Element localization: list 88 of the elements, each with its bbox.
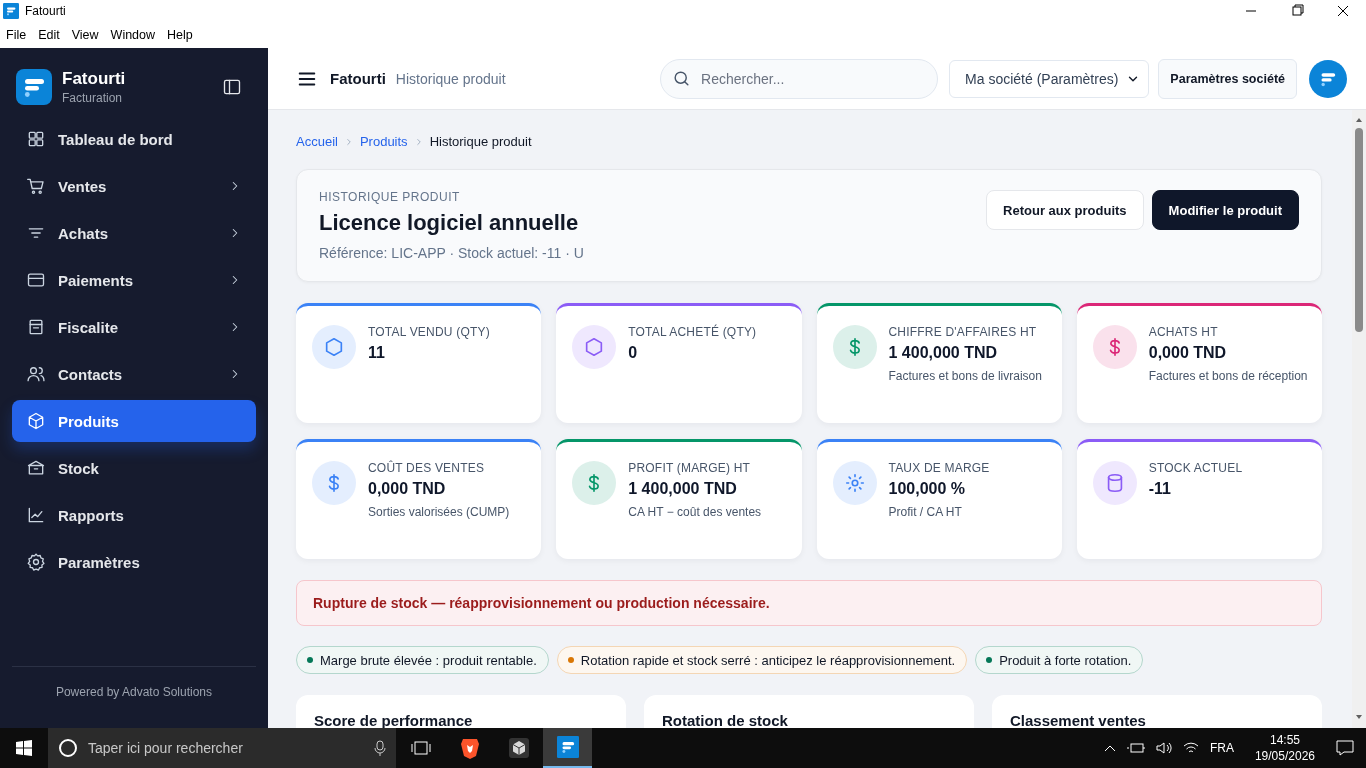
gear-icon bbox=[26, 552, 46, 572]
app-logo-icon bbox=[556, 736, 579, 758]
sun-icon bbox=[843, 472, 866, 494]
stat-note: CA HT − coût des ventes bbox=[628, 504, 762, 520]
sidebar-item[interactable]: Paramètres bbox=[12, 541, 256, 583]
stat-value: 100,000 % bbox=[888, 480, 966, 498]
insight-chip: Rotation rapide et stock serré : anticipez le réapprovisionnement. bbox=[556, 646, 968, 674]
sidebar-item[interactable]: Produits bbox=[12, 400, 256, 442]
sidebar-item[interactable]: Stock bbox=[12, 447, 256, 489]
clock[interactable]: 14:55 19/05/2026 bbox=[1254, 732, 1315, 764]
app-name: Fatourti bbox=[330, 70, 386, 87]
alert-banner: Rupture de stock — réapprovisionnement ou production nécessaire. bbox=[296, 580, 1322, 626]
menu-item[interactable]: Window bbox=[110, 28, 162, 42]
stat-label: TOTAL VENDU (QTY) bbox=[368, 325, 490, 339]
lion-browser-icon[interactable] bbox=[458, 736, 481, 760]
product-meta: Référence: LIC-APP · Stock actuel: -11 · U bbox=[319, 245, 585, 261]
app-logo-icon bbox=[16, 69, 52, 105]
users-icon bbox=[26, 364, 46, 384]
stat-value: 0 bbox=[628, 344, 639, 362]
sidebar-item[interactable]: Contacts bbox=[12, 353, 256, 395]
menu-item[interactable]: Edit bbox=[38, 28, 66, 42]
company-select[interactable]: Ma société (Paramètres) bbox=[949, 59, 1150, 98]
breadcrumb-link[interactable]: Produits bbox=[359, 134, 408, 149]
stat-value: 1 400,000 TND bbox=[888, 344, 998, 362]
dashboard-icon bbox=[26, 129, 46, 149]
hexagon-icon bbox=[323, 336, 345, 358]
insight-chip: Produit à forte rotation. bbox=[975, 646, 1144, 674]
chart-icon bbox=[26, 505, 46, 525]
archive-icon bbox=[26, 458, 46, 478]
cube-icon bbox=[26, 411, 46, 431]
stat-label: STOCK ACTUEL bbox=[1148, 461, 1243, 475]
panel-title: Classement ventes bbox=[992, 695, 1322, 728]
back-button[interactable]: Retour aux produits bbox=[986, 190, 1144, 230]
stat-value: 0,000 TND bbox=[1148, 344, 1228, 362]
sidebar-item[interactable]: Paiements bbox=[12, 259, 256, 301]
stat-label: TAUX DE MARGE bbox=[888, 461, 990, 475]
sidebar-item[interactable]: Achats bbox=[12, 212, 256, 254]
stat-note: Factures et bons de livraison bbox=[888, 368, 1042, 384]
stat-note: Profit / CA HT bbox=[888, 504, 963, 520]
company-settings-button[interactable]: Paramètres société bbox=[1158, 58, 1297, 99]
stat-label: TOTAL ACHETÉ (QTY) bbox=[628, 325, 757, 339]
language-indicator[interactable]: FRA bbox=[1209, 741, 1234, 755]
task-view-icon[interactable] bbox=[410, 740, 431, 756]
sidebar-toggle-icon bbox=[222, 77, 242, 97]
app-taskbar-button[interactable] bbox=[543, 728, 592, 768]
stat-value: 11 bbox=[368, 344, 386, 362]
notification-icon[interactable] bbox=[1336, 740, 1354, 756]
edit-product-button[interactable]: Modifier le produit bbox=[1151, 190, 1299, 230]
wifi-icon[interactable] bbox=[1182, 741, 1199, 755]
sidebar-item[interactable]: Fiscalite bbox=[12, 306, 256, 348]
breadcrumb-current: Historique produit bbox=[429, 134, 532, 149]
search-icon bbox=[58, 738, 78, 758]
menu-item[interactable]: File bbox=[6, 28, 33, 42]
windows-start-icon[interactable] bbox=[16, 740, 32, 756]
app-logo-icon bbox=[3, 3, 19, 19]
stat-value: 0,000 TND bbox=[368, 480, 447, 498]
panel-title: Rotation de stock bbox=[644, 695, 974, 728]
brand-subtitle: Facturation bbox=[62, 91, 124, 105]
insight-chip: Marge brute élevée : produit rentable. bbox=[296, 646, 549, 674]
taskbar-search-field[interactable]: Taper ici pour rechercher bbox=[48, 728, 396, 768]
menu-item[interactable]: View bbox=[71, 28, 105, 42]
speaker-icon[interactable] bbox=[1155, 741, 1172, 755]
chevron-up-icon[interactable] bbox=[1103, 744, 1116, 752]
avatar[interactable] bbox=[1309, 59, 1347, 98]
stat-note: Sorties valorisées (CUMP) bbox=[368, 504, 510, 520]
menu-item[interactable]: Help bbox=[167, 28, 199, 42]
stat-value: 1 400,000 TND bbox=[628, 480, 738, 498]
cart-icon bbox=[26, 176, 46, 196]
stat-label: CHIFFRE D'AFFAIRES HT bbox=[888, 325, 1038, 339]
scrollbar[interactable] bbox=[1352, 110, 1366, 728]
stat-value: -11 bbox=[1148, 480, 1172, 498]
breadcrumb-link[interactable]: Accueil bbox=[296, 134, 338, 149]
microphone-icon bbox=[374, 740, 386, 756]
sidebar-item[interactable]: Rapports bbox=[12, 494, 256, 536]
page-title: Historique produit bbox=[395, 70, 507, 87]
window-title: Fatourti bbox=[25, 4, 67, 18]
cube-app-icon[interactable] bbox=[507, 737, 530, 759]
stat-label: PROFIT (MARGE) HT bbox=[628, 461, 752, 475]
battery-icon[interactable] bbox=[1126, 742, 1145, 754]
sidebar-item[interactable]: Ventes bbox=[12, 165, 256, 207]
sidebar-item[interactable]: Tableau de bord bbox=[12, 118, 256, 160]
stat-label: COÛT DES VENTES bbox=[368, 461, 486, 475]
search-field[interactable]: Rechercher... bbox=[660, 58, 939, 99]
product-name: Licence logiciel annuelle bbox=[319, 210, 580, 236]
stat-label: ACHATS HT bbox=[1148, 325, 1219, 339]
brand-name: Fatourti bbox=[62, 69, 127, 89]
eyebrow-label: HISTORIQUE PRODUIT bbox=[319, 190, 461, 204]
stat-note: Factures et bons de réception bbox=[1148, 368, 1308, 384]
